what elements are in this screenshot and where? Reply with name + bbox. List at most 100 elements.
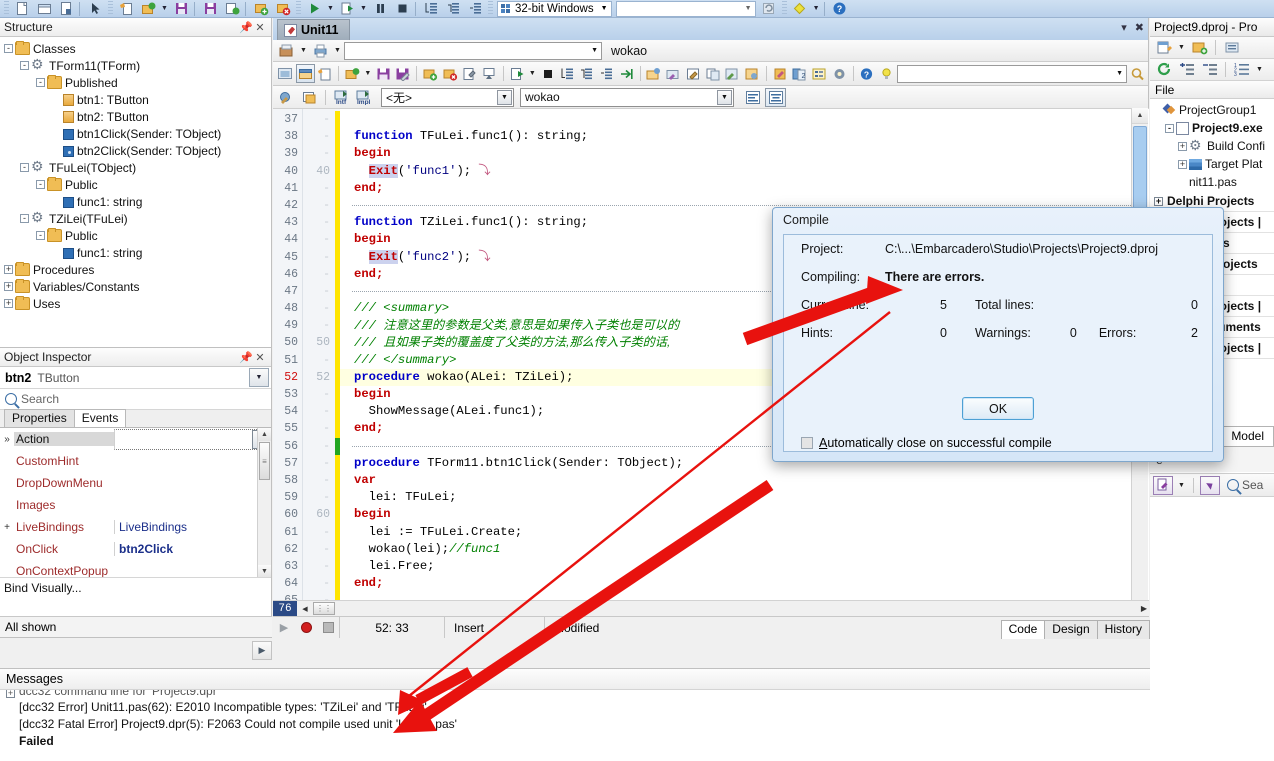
status-record-icon[interactable] (295, 622, 317, 633)
project-tree-node[interactable]: + Target Plat (1150, 155, 1274, 173)
new-items-button[interactable] (115, 0, 137, 17)
open-recent-button[interactable] (137, 0, 159, 17)
view-form-dropdown[interactable]: ▼ (298, 47, 309, 54)
project-tree[interactable]: ProjectGroup1- Project9.exe + Build Confi + T… (1150, 99, 1274, 191)
structure-node[interactable]: - TForm11(TForm) (4, 56, 271, 74)
auto-close-checkbox[interactable] (801, 437, 813, 449)
options-gear-icon[interactable] (830, 64, 849, 83)
view-form-icon[interactable] (276, 41, 297, 60)
oi-tab-events[interactable]: Events (73, 409, 127, 427)
align-left-icon[interactable] (742, 88, 763, 107)
select-pointer-button[interactable] (84, 0, 106, 17)
target-platform-selector[interactable]: 32-bit Windows ▼ (497, 0, 612, 17)
project-tree-node[interactable]: nit11.pas (1150, 173, 1274, 191)
property-row[interactable]: Images (0, 494, 271, 516)
collapse-icon[interactable]: - (20, 61, 29, 70)
new-unit-icon[interactable] (316, 64, 335, 83)
scroll-down-icon[interactable]: ▼ (258, 565, 271, 577)
project-view-icon[interactable] (1221, 38, 1242, 57)
todo-icon[interactable] (771, 64, 790, 83)
structure-node[interactable]: - Published (4, 74, 271, 91)
add-to-project-button[interactable] (250, 0, 272, 17)
new-form-icon[interactable] (295, 64, 315, 83)
structure-node[interactable]: - TZiLei(TFuLei) (4, 209, 271, 227)
code-template-icon[interactable] (645, 64, 664, 83)
structure-node[interactable]: btn1Click(Sender: TObject) (4, 125, 271, 142)
message-line[interactable]: + dcc32 command line for 'Project9.dpr' (6, 690, 1150, 698)
editor-view-tabs[interactable]: Code Design History (1000, 617, 1150, 639)
editor-history-combo[interactable]: ▼ (344, 41, 602, 60)
code-line[interactable]: begin (340, 145, 1149, 162)
property-search-row[interactable]: Search (0, 389, 271, 410)
property-row[interactable]: »Action▼ (0, 428, 271, 450)
add-project-icon[interactable] (1189, 38, 1210, 57)
property-value[interactable]: LiveBindings (114, 520, 271, 534)
collapse-icon[interactable]: - (20, 214, 29, 223)
toolbar-grip[interactable] (4, 1, 9, 16)
project-tree-node[interactable]: ProjectGroup1 (1150, 101, 1274, 119)
save-all-button[interactable] (199, 0, 221, 17)
view-tab-design[interactable]: Design (1044, 619, 1098, 639)
structure-node[interactable]: btn2Click(Sender: TObject) (4, 142, 271, 159)
close-tab-icon[interactable]: ✖ (1135, 21, 1144, 34)
property-row[interactable]: + LiveBindings LiveBindings (0, 516, 271, 538)
class-browser-icon[interactable] (276, 88, 297, 107)
structure-node[interactable]: func1: string (4, 193, 271, 210)
step-over-button[interactable] (442, 0, 464, 17)
property-grid-scrollbar[interactable]: ▲ ≡ ▼ (257, 428, 271, 577)
scroll-up-icon[interactable]: ▲ (258, 428, 271, 441)
toolbar-grip-4[interactable] (488, 1, 493, 16)
build-icon[interactable] (480, 64, 499, 83)
open-file-button[interactable] (33, 0, 55, 17)
code-line[interactable]: begin (340, 506, 1149, 523)
editor-tab-unit11[interactable]: Unit11 (277, 19, 350, 40)
refactor-icon[interactable] (664, 64, 683, 83)
status-stop-icon[interactable] (317, 622, 339, 633)
palette-new-item-icon[interactable] (1153, 475, 1173, 495)
code-line[interactable]: Exit('func1'); ⤵ (340, 163, 1149, 180)
collapse-icon[interactable]: - (36, 180, 45, 189)
bind-visually-link[interactable]: Bind Visually... (0, 578, 271, 598)
structure-node[interactable]: - TFuLei(TObject) (4, 158, 271, 176)
trace-into-icon[interactable] (558, 64, 577, 83)
help-button[interactable]: ? (829, 0, 851, 17)
run-icon-dropdown[interactable]: ▼ (527, 70, 537, 77)
close-icon[interactable]: ✕ (253, 21, 267, 34)
property-value-editor[interactable]: ▼ (114, 428, 271, 450)
trace-into-button[interactable] (420, 0, 442, 17)
code-line[interactable]: var (340, 472, 1149, 489)
nav-member-caret[interactable]: ▼ (717, 89, 732, 105)
search-input[interactable]: Search (21, 392, 59, 406)
run-button[interactable] (303, 0, 325, 17)
property-row[interactable]: OnClick btn2Click (0, 538, 271, 560)
open-dropdown[interactable]: ▼ (363, 70, 373, 77)
remove-file-icon[interactable] (441, 64, 460, 83)
project-options-icon[interactable] (460, 64, 479, 83)
toolbar-grip-5[interactable] (781, 1, 787, 16)
code-line[interactable]: lei.Free; (340, 558, 1149, 575)
bookmark-dropdown[interactable]: ▼ (811, 5, 822, 12)
step-over-icon[interactable] (578, 64, 597, 83)
toggle-form-unit-icon[interactable] (276, 64, 295, 83)
run-without-debug-button[interactable] (336, 0, 358, 17)
expand-icon[interactable]: + (0, 522, 14, 533)
object-inspector-tabs[interactable]: Properties Events (0, 409, 271, 428)
scrollbar-thumb[interactable]: ≡ (259, 442, 270, 480)
message-line[interactable]: Failed (6, 732, 1150, 749)
project-tree-node[interactable]: - Project9.exe (1150, 119, 1274, 137)
remove-from-project-button[interactable] (272, 0, 294, 17)
save-button[interactable] (170, 0, 192, 17)
open-recent-dropdown[interactable]: ▼ (159, 5, 170, 12)
nav-scope-caret[interactable]: ▼ (497, 89, 512, 105)
expand-icon[interactable]: + (1178, 141, 1187, 151)
structure-node[interactable]: btn2: TButton (4, 108, 271, 125)
save-project-button[interactable] (221, 0, 243, 17)
trace-to-next-source-icon[interactable] (597, 64, 616, 83)
model-tab[interactable]: Model (1221, 426, 1274, 446)
find-references-icon[interactable] (743, 64, 762, 83)
object-selector-dropdown[interactable]: ▼ (249, 368, 269, 387)
property-row[interactable]: DropDownMenu (0, 472, 271, 494)
view-tab-history[interactable]: History (1096, 619, 1150, 639)
view-tab-code[interactable]: Code (1000, 619, 1046, 639)
collapse-icon[interactable]: - (1165, 123, 1174, 133)
